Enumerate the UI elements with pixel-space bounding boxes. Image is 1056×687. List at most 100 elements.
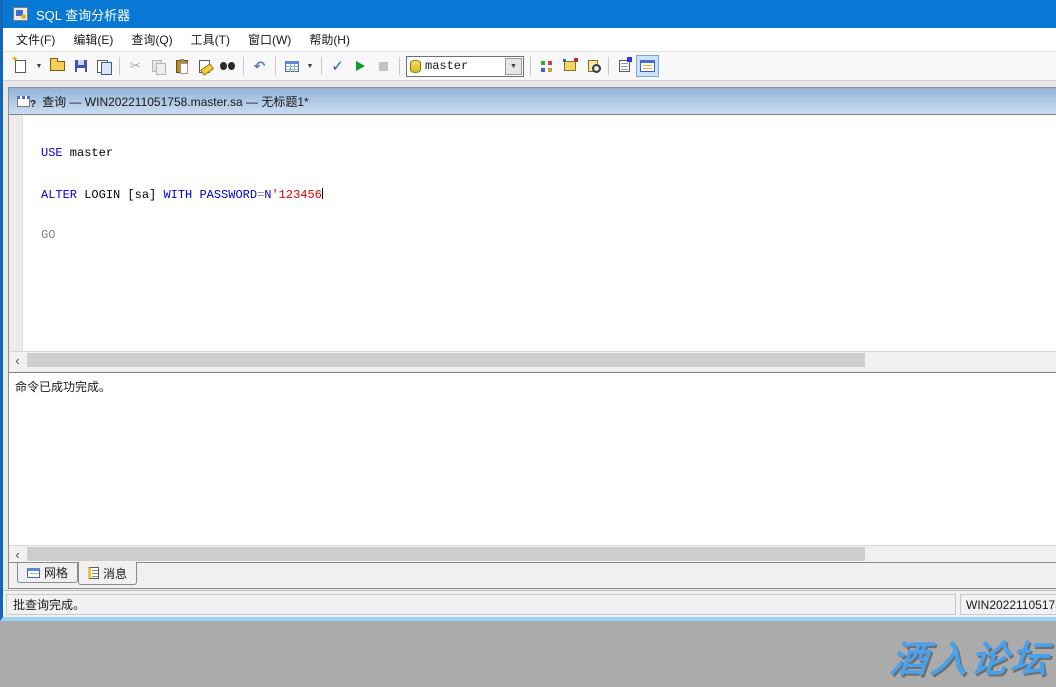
connection-properties-icon [619,60,630,72]
paste-icon [176,60,188,73]
clear-window-icon [199,60,210,73]
object-search-button[interactable] [558,55,581,77]
scrollbar-thumb[interactable] [27,547,865,561]
results-pane[interactable]: 命令已成功完成。 [9,372,1056,545]
toolbar-separator [243,57,244,75]
object-browser-icon [540,60,553,73]
grid-icon [27,568,40,578]
cut-icon: ✂ [130,58,141,74]
editor-horizontal-scrollbar[interactable]: ‹ [9,351,1056,368]
object-search-icon [564,61,576,71]
query-window-icon-question: ? [30,99,36,110]
toolbar-separator [608,57,609,75]
database-combo-value: master [425,59,501,73]
sql-editor[interactable]: USE master ALTER LOGIN [sa] WITH PASSWOR… [9,114,1056,351]
results-tab-row: 网格 消息 [9,562,1056,588]
cancel-query-button[interactable] [372,55,395,77]
copy-icon [152,60,165,73]
cut-button[interactable]: ✂ [124,55,147,77]
sql-line: ALTER LOGIN [sa] WITH PASSWORD=N'123456 [41,188,323,203]
connection-properties-button[interactable] [613,55,636,77]
scroll-left-arrow-icon[interactable]: ‹ [9,352,26,368]
execute-mode-grid-icon [285,61,299,72]
menu-bar: 文件(F) 编辑(E) 查询(Q) 工具(T) 窗口(W) 帮助(H) [3,28,1056,52]
toolbar-separator [119,57,120,75]
menu-help[interactable]: 帮助(H) [300,28,359,51]
desktop-background: 酒入论坛 [0,621,1056,687]
undo-icon: ↶ [254,59,266,73]
status-server-panel: WIN202211051758 [960,594,1056,615]
chevron-down-icon: ▼ [36,63,43,70]
scroll-left-arrow-icon[interactable]: ‹ [9,546,26,562]
undo-button[interactable]: ↶ [248,55,271,77]
chevron-down-icon: ▼ [510,63,517,70]
status-message: 批查询完成。 [13,596,85,613]
database-icon [410,60,421,73]
database-combo-dropdown[interactable]: ▼ [505,58,522,75]
query-window-title-bar[interactable]: ? 查询 — WIN202211051758.master.sa — 无标题1* [9,88,1056,114]
toolbar-separator [530,57,531,75]
execute-play-icon [356,61,365,71]
tab-messages-label: 消息 [103,565,127,582]
paste-button[interactable] [170,55,193,77]
message-icon [88,567,99,579]
show-results-pane-icon [640,60,655,72]
window-title: SQL 查询分析器 [36,5,130,24]
app-icon [13,7,28,21]
query-window-title: 查询 — WIN202211051758.master.sa — 无标题1* [42,93,309,110]
execute-query-button[interactable] [349,55,372,77]
tab-grid[interactable]: 网格 [17,563,78,583]
database-combo[interactable]: master ▼ [406,56,524,77]
object-find-magnifier-icon [588,60,598,72]
execute-mode-button[interactable] [280,55,303,77]
stop-icon [379,62,388,71]
app-window: SQL 查询分析器 文件(F) 编辑(E) 查询(Q) 工具(T) 窗口(W) … [0,0,1056,621]
toolbar: ▼ ✂ ↶ ▼ ✓ master ▼ [3,52,1056,81]
parse-query-button[interactable]: ✓ [326,55,349,77]
query-window-icon [17,96,30,107]
parse-check-icon: ✓ [331,59,344,74]
open-file-button[interactable] [46,55,69,77]
editor-selection-margin [9,115,23,351]
clear-window-button[interactable] [193,55,216,77]
query-window: ? 查询 — WIN202211051758.master.sa — 无标题1*… [8,87,1056,589]
results-horizontal-scrollbar[interactable]: ‹ [9,545,1056,562]
object-find-button[interactable] [581,55,604,77]
tab-messages[interactable]: 消息 [78,562,137,585]
tab-grid-label: 网格 [44,564,68,581]
new-query-button[interactable] [9,55,32,77]
sql-line: GO [41,229,323,243]
toolbar-separator [275,57,276,75]
show-results-pane-button[interactable] [636,55,659,77]
find-button[interactable] [216,55,239,77]
object-browser-button[interactable] [535,55,558,77]
status-server: WIN202211051758 [966,598,1056,612]
status-bar: 批查询完成。 WIN202211051758 [3,590,1056,617]
new-query-dropdown[interactable]: ▼ [32,55,46,77]
insert-template-button[interactable] [92,55,115,77]
chevron-down-icon: ▼ [307,63,314,70]
menu-tools[interactable]: 工具(T) [182,28,239,51]
sql-line: USE master [41,147,323,161]
new-query-icon [15,60,26,73]
toolbar-separator [321,57,322,75]
copy-button[interactable] [147,55,170,77]
scrollbar-thumb[interactable] [27,353,865,367]
execute-mode-dropdown[interactable]: ▼ [303,55,317,77]
menu-query[interactable]: 查询(Q) [122,28,181,51]
toolbar-separator [399,57,400,75]
find-binoculars-icon [220,62,235,71]
insert-template-icon [97,60,111,73]
save-button[interactable] [69,55,92,77]
status-message-panel: 批查询完成。 [6,594,956,615]
watermark-text: 酒入论坛 [888,629,1054,683]
sql-code: USE master ALTER LOGIN [sa] WITH PASSWOR… [41,120,323,270]
results-message: 命令已成功完成。 [15,380,111,394]
menu-file[interactable]: 文件(F) [7,28,64,51]
save-icon [75,60,87,72]
menu-window[interactable]: 窗口(W) [239,28,300,51]
menu-edit[interactable]: 编辑(E) [64,28,122,51]
title-bar: SQL 查询分析器 [3,0,1056,28]
text-caret [322,188,324,199]
open-folder-icon [50,61,65,71]
